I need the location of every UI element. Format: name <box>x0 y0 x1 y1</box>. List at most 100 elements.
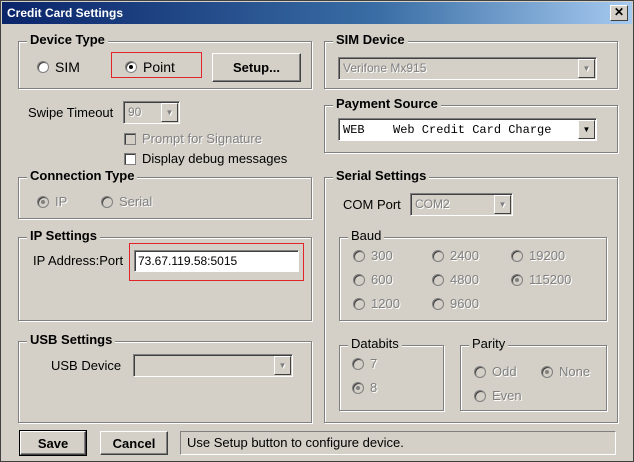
parity-legend: Parity <box>469 336 509 351</box>
device-type-legend: Device Type <box>27 32 108 47</box>
prompt-signature-label: Prompt for Signature <box>142 131 262 146</box>
databits-legend: Databits <box>348 336 402 351</box>
device-sim-label: SIM <box>55 59 80 75</box>
baud-1200-label: 1200 <box>371 296 400 311</box>
serial-settings-group: Serial Settings COM Port COM2 ▼ Baud 300… <box>324 168 618 423</box>
parity-odd-label: Odd <box>492 364 517 379</box>
debug-messages-checkbox[interactable]: Display debug messages <box>124 151 287 166</box>
radio-dot-icon <box>432 273 444 286</box>
baud-4800-radio[interactable]: 4800 <box>432 272 479 287</box>
connection-type-legend: Connection Type <box>27 168 138 183</box>
payment-source-name: Web Credit Card Charge <box>393 123 552 137</box>
baud-4800-label: 4800 <box>450 272 479 287</box>
sim-device-value: Verifone Mx915 <box>343 61 427 75</box>
serial-settings-legend: Serial Settings <box>333 168 430 183</box>
chevron-down-icon: ▼ <box>161 103 178 122</box>
checkbox-icon <box>124 132 136 145</box>
baud-9600-label: 9600 <box>450 296 479 311</box>
baud-115200-label: 115200 <box>529 272 572 287</box>
radio-dot-icon <box>353 249 365 262</box>
connection-serial-label: Serial <box>119 194 153 209</box>
radio-dot-icon <box>474 389 486 402</box>
usb-device-label: USB Device <box>51 358 122 373</box>
payment-source-code: WEB <box>343 123 365 137</box>
radio-dot-icon <box>432 297 444 310</box>
databits-8-radio[interactable]: 8 <box>352 380 377 395</box>
baud-300-radio[interactable]: 300 <box>353 248 393 263</box>
prompt-signature-checkbox[interactable]: Prompt for Signature <box>124 131 262 146</box>
radio-dot-icon <box>353 273 365 286</box>
com-port-value: COM2 <box>415 197 450 211</box>
baud-2400-label: 2400 <box>450 248 479 263</box>
swipe-timeout-select[interactable]: 90 ▼ <box>123 101 180 124</box>
ip-address-label: IP Address:Port <box>33 253 124 268</box>
credit-card-settings-dialog: Credit Card Settings ✕ Device Type SIM P… <box>0 0 634 462</box>
parity-odd-radio[interactable]: Odd <box>474 364 517 379</box>
baud-legend: Baud <box>348 228 385 243</box>
ip-settings-legend: IP Settings <box>27 228 100 243</box>
save-button[interactable]: Save <box>19 430 87 456</box>
databits-7-label: 7 <box>370 356 378 371</box>
baud-19200-label: 19200 <box>529 248 566 263</box>
parity-none-label: None <box>559 364 591 379</box>
baud-1200-radio[interactable]: 1200 <box>353 296 400 311</box>
parity-even-radio[interactable]: Even <box>474 388 522 403</box>
connection-type-group: Connection Type IP Serial <box>18 168 312 219</box>
chevron-down-icon: ▼ <box>578 120 595 139</box>
payment-source-group: Payment Source WEB Web Credit Card Charg… <box>324 96 618 153</box>
baud-115200-radio[interactable]: 115200 <box>511 272 571 287</box>
payment-source-select[interactable]: WEB Web Credit Card Charge ▼ <box>338 118 597 141</box>
device-sim-radio[interactable]: SIM <box>37 59 80 75</box>
ip-address-value: 73.67.119.58:5015 <box>138 254 238 268</box>
baud-600-label: 600 <box>371 272 393 287</box>
close-icon[interactable]: ✕ <box>610 5 628 21</box>
setup-button[interactable]: Setup... <box>212 53 301 82</box>
radio-dot-icon <box>37 195 49 208</box>
chevron-down-icon: ▼ <box>578 59 595 78</box>
radio-dot-icon <box>101 195 113 208</box>
baud-600-radio[interactable]: 600 <box>353 272 393 287</box>
sim-device-group: SIM Device Verifone Mx915 ▼ <box>324 32 618 89</box>
chevron-down-icon: ▼ <box>494 195 511 214</box>
com-port-label: COM Port <box>343 197 401 212</box>
radio-dot-icon <box>37 61 49 73</box>
device-type-group: Device Type SIM Point Setup... <box>18 32 312 89</box>
parity-group: Parity Odd None Even <box>460 336 607 411</box>
parity-none-radio[interactable]: None <box>541 364 590 379</box>
parity-even-label: Even <box>492 388 522 403</box>
databits-8-label: 8 <box>370 380 378 395</box>
connection-serial-radio[interactable]: Serial <box>101 194 152 209</box>
point-highlight-box <box>111 52 202 78</box>
ip-address-input[interactable]: 73.67.119.58:5015 <box>134 250 299 272</box>
usb-device-select[interactable]: ▼ <box>133 354 293 377</box>
radio-dot-icon <box>352 381 364 394</box>
databits-group: Databits 7 8 <box>339 336 444 411</box>
usb-settings-legend: USB Settings <box>27 332 116 347</box>
baud-300-label: 300 <box>371 248 393 263</box>
swipe-timeout-label: Swipe Timeout <box>28 105 114 120</box>
radio-dot-icon <box>474 365 486 378</box>
sim-device-legend: SIM Device <box>333 32 408 47</box>
payment-source-legend: Payment Source <box>333 96 441 111</box>
debug-messages-label: Display debug messages <box>142 151 288 166</box>
sim-device-select[interactable]: Verifone Mx915 ▼ <box>338 57 597 80</box>
title-bar[interactable]: Credit Card Settings ✕ <box>2 2 632 24</box>
com-port-select[interactable]: COM2 ▼ <box>410 193 513 216</box>
connection-ip-label: IP <box>55 194 68 209</box>
baud-19200-radio[interactable]: 19200 <box>511 248 565 263</box>
radio-dot-icon <box>511 273 523 286</box>
status-bar: Use Setup button to configure device. <box>180 431 616 455</box>
radio-dot-icon <box>352 357 364 370</box>
cancel-button[interactable]: Cancel <box>100 431 168 455</box>
radio-dot-icon <box>353 297 365 310</box>
chevron-down-icon: ▼ <box>274 356 291 375</box>
radio-dot-icon <box>511 249 523 262</box>
baud-9600-radio[interactable]: 9600 <box>432 296 479 311</box>
connection-ip-radio[interactable]: IP <box>37 194 67 209</box>
databits-7-radio[interactable]: 7 <box>352 356 377 371</box>
radio-dot-icon <box>432 249 444 262</box>
radio-dot-icon <box>541 365 553 378</box>
baud-2400-radio[interactable]: 2400 <box>432 248 479 263</box>
window-title: Credit Card Settings <box>7 6 124 20</box>
usb-settings-group: USB Settings USB Device ▼ <box>18 332 312 423</box>
